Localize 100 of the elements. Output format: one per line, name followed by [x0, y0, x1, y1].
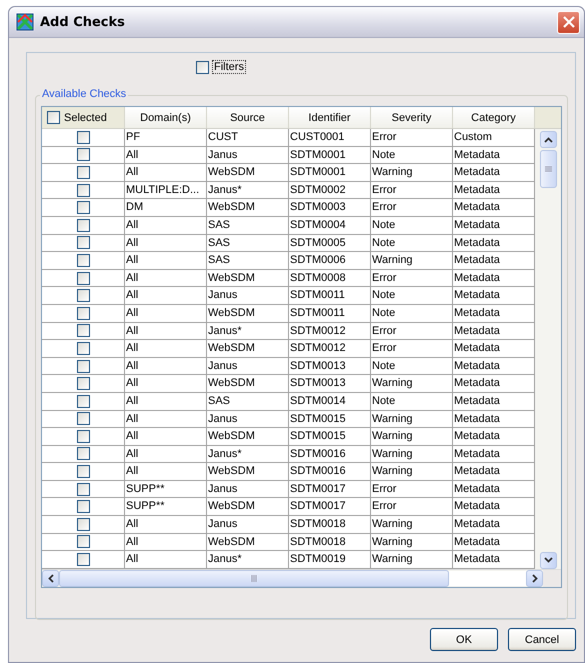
chevron-left-icon — [48, 574, 54, 583]
grip-icon — [251, 574, 257, 582]
close-button[interactable] — [557, 10, 580, 34]
table-cell: Janus — [207, 358, 289, 374]
table-cell: SDTM0001 — [289, 146, 371, 164]
row-checkbox[interactable] — [77, 360, 90, 373]
table-cell: Janus — [207, 410, 289, 428]
table-cell: SDTM0008 — [289, 270, 371, 286]
table-cell: SDTM0012 — [289, 322, 371, 340]
filters-checkbox[interactable] — [196, 60, 209, 74]
table-cell: Janus — [207, 287, 289, 304]
row-checkbox[interactable] — [77, 394, 90, 408]
window-title: Add Checks — [40, 14, 126, 30]
column-header[interactable]: Source — [207, 107, 289, 128]
table-cell: SAS — [207, 252, 289, 269]
scroll-down-button[interactable] — [540, 552, 556, 569]
row-checkbox[interactable] — [77, 218, 90, 232]
row-checkbox[interactable] — [77, 377, 90, 390]
row-checkbox[interactable] — [77, 166, 90, 179]
table-cell: Note — [371, 304, 453, 322]
table-cell: All — [125, 428, 207, 445]
table-cell: WebSDM — [207, 375, 289, 392]
horizontal-scrollbar[interactable] — [42, 568, 561, 587]
table-cell: All — [125, 358, 207, 374]
vertical-scrollbar[interactable] — [535, 129, 561, 569]
row-checkbox[interactable] — [77, 148, 90, 162]
row-checkbox[interactable] — [77, 430, 90, 443]
scroll-up-button[interactable] — [540, 131, 556, 148]
table-cell: All — [125, 534, 207, 550]
table-cell: All — [125, 410, 207, 428]
row-checkbox[interactable] — [77, 272, 90, 285]
table-cell: All — [125, 375, 207, 392]
row-checkbox[interactable] — [77, 254, 90, 267]
table-cell: Janus* — [207, 182, 289, 198]
row-checkbox[interactable] — [77, 306, 90, 320]
scroll-thumb[interactable] — [59, 570, 449, 587]
filters-label[interactable]: Filters — [212, 60, 246, 74]
row-checkbox[interactable] — [77, 447, 90, 460]
table-cell: SUPP** — [125, 498, 207, 516]
select-all-checkbox[interactable] — [47, 111, 60, 124]
table-cell: All — [125, 446, 207, 462]
table-cell: All — [125, 164, 207, 181]
table-cell: Note — [371, 146, 453, 164]
header-filler — [535, 107, 561, 128]
table-cell: WebSDM — [207, 428, 289, 445]
table-cell: Janus* — [207, 446, 289, 462]
table-cell: SDTM0004 — [289, 216, 371, 234]
table-cell: SDTM0019 — [289, 551, 371, 568]
row-checkbox[interactable] — [77, 201, 90, 214]
table-cell: Error — [371, 340, 453, 357]
dialog-button[interactable]: OK — [430, 628, 498, 651]
table-cell: Warning — [371, 410, 453, 428]
column-header[interactable]: Selected — [42, 107, 125, 128]
row-checkbox[interactable] — [77, 500, 90, 514]
table-cell: SDTM0003 — [289, 199, 371, 216]
table-cell: SDTM0012 — [289, 340, 371, 357]
table-cell: SDTM0018 — [289, 516, 371, 533]
scroll-right-button[interactable] — [526, 570, 543, 587]
table-cell: SUPP** — [125, 480, 207, 498]
table-cell: All — [125, 252, 207, 269]
table-cell: Warning — [371, 551, 453, 568]
table-cell: SDTM0006 — [289, 252, 371, 269]
row-checkbox[interactable] — [77, 130, 90, 144]
column-header[interactable]: Identifier — [289, 107, 371, 128]
row-checkbox[interactable] — [77, 289, 90, 302]
chevron-right-icon — [532, 574, 538, 583]
close-icon — [562, 16, 574, 28]
row-checkbox[interactable] — [77, 342, 90, 355]
grip-icon — [544, 166, 552, 172]
row-checkbox[interactable] — [77, 553, 90, 566]
table-cell: CUST — [207, 129, 289, 146]
table-cell: SDTM0013 — [289, 358, 371, 374]
table-cell: SDTM0015 — [289, 410, 371, 428]
column-header[interactable]: Severity — [371, 107, 453, 128]
row-checkbox[interactable] — [77, 535, 90, 548]
table-cell: Warning — [371, 446, 453, 462]
column-header[interactable]: Domain(s) — [125, 107, 207, 128]
scrollbar-corner — [543, 570, 561, 587]
row-checkbox[interactable] — [77, 412, 90, 426]
table-cell: Note — [371, 234, 453, 252]
table-cell: Warning — [371, 534, 453, 550]
table-cell: Warning — [371, 252, 453, 269]
row-checkbox[interactable] — [77, 236, 90, 250]
table-cell: DM — [125, 199, 207, 216]
table-cell: Janus* — [207, 322, 289, 340]
table-cell: Error — [371, 480, 453, 498]
row-checkbox[interactable] — [77, 465, 90, 478]
table-cell: All — [125, 322, 207, 340]
row-checkbox[interactable] — [77, 482, 90, 496]
table-cell: Warning — [371, 428, 453, 445]
table-cell: Janus — [207, 516, 289, 533]
row-checkbox[interactable] — [77, 184, 90, 197]
row-checkbox[interactable] — [77, 518, 90, 531]
scroll-left-button[interactable] — [42, 570, 59, 587]
table-cell: Error — [371, 322, 453, 340]
dialog-button[interactable]: Cancel — [508, 628, 576, 651]
row-checkbox[interactable] — [77, 324, 90, 338]
table-cell: Warning — [371, 516, 453, 533]
scroll-thumb[interactable] — [540, 150, 556, 188]
column-header[interactable]: Category — [453, 107, 535, 128]
